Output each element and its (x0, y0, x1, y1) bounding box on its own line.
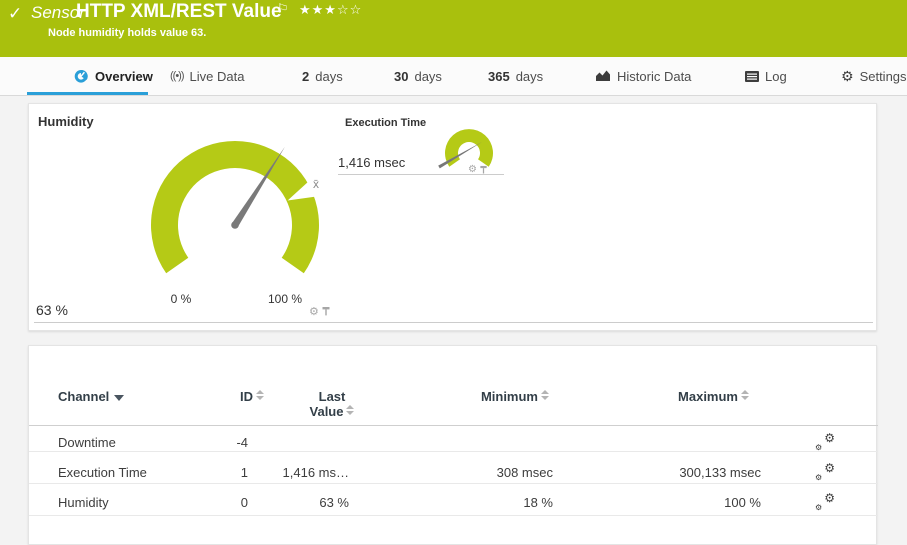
humidity-scale-max: 100 % (255, 292, 315, 306)
tab-bar: Overview ((•)) Live Data 2 days 30 days … (0, 57, 907, 96)
tab-live-data[interactable]: ((•)) Live Data (170, 57, 244, 95)
live-data-broadcast-icon: ((•)) (170, 70, 184, 82)
cell-last-value: 1,416 ms… (249, 465, 349, 480)
active-tab-underline (27, 92, 148, 95)
sort-icon (346, 405, 354, 415)
sort-icon (541, 390, 549, 400)
table-header-divider (29, 425, 878, 426)
cell-minimum: 308 msec (409, 465, 553, 480)
sensor-title: HTTP XML/REST Value (76, 1, 282, 23)
pin-icon[interactable] (321, 306, 331, 317)
row-divider (29, 451, 878, 452)
sensor-status-header: ✓ Sensor HTTP XML/REST Value ⚐ ★★★☆☆ Nod… (0, 0, 907, 57)
tab-30-days-number: 30 (394, 69, 408, 84)
cell-channel: Downtime (58, 435, 116, 450)
gauge-block-divider (34, 322, 873, 323)
tab-365-days-number: 365 (488, 69, 510, 84)
log-list-icon (745, 71, 759, 82)
tab-historic-data[interactable]: Historic Data (596, 57, 691, 95)
humidity-scale-min: 0 % (151, 292, 211, 306)
cell-maximum: 100 % (619, 495, 761, 510)
channel-settings-gears-icon[interactable]: ⚙⚙ (815, 494, 835, 510)
gear-icon: ⚙ (841, 68, 854, 85)
mini-gauge-divider (338, 174, 504, 175)
tab-historic-data-label: Historic Data (617, 69, 691, 84)
row-divider (29, 483, 878, 484)
flag-icon[interactable]: ⚐ (277, 1, 289, 17)
tab-log-label: Log (765, 69, 787, 84)
row-divider (29, 515, 878, 516)
status-ok-check-icon: ✓ (8, 4, 22, 24)
gauge-icon (73, 69, 89, 83)
execution-time-gauge-title: Execution Time (345, 117, 426, 129)
gauge-settings-gear-icon[interactable]: ⚙ (309, 305, 319, 318)
sort-desc-caret-icon (114, 395, 124, 401)
average-marker-label: x̄ (313, 177, 319, 191)
cell-maximum: 300,133 msec (619, 465, 761, 480)
column-header-minimum[interactable]: Minimum (429, 389, 549, 404)
cell-id: -4 (149, 435, 248, 450)
tab-overview[interactable]: Overview (73, 57, 153, 95)
sensor-status-message: Node humidity holds value 63. (48, 27, 206, 39)
sort-icon (256, 390, 264, 400)
humidity-gauge-tools: ⚙ (309, 305, 331, 318)
tab-2-days-number: 2 (302, 69, 309, 84)
column-header-id[interactable]: ID (179, 389, 264, 404)
sort-icon (741, 390, 749, 400)
column-header-channel[interactable]: Channel (58, 389, 124, 404)
channels-table-panel: Channel ID Last Value Minimum Maximum Do… (28, 345, 877, 545)
overview-gauges-panel: Humidity x̄ 0 % 100 % 63 % ⚙ Execution T… (28, 103, 877, 331)
tab-overview-label: Overview (95, 69, 153, 84)
tab-30-days[interactable]: 30 days (394, 57, 442, 95)
priority-stars[interactable]: ★★★☆☆ (299, 2, 362, 18)
channel-settings-gears-icon[interactable]: ⚙⚙ (815, 464, 835, 480)
cell-last-value: 63 % (249, 495, 349, 510)
chart-icon (596, 70, 611, 82)
column-header-maximum[interactable]: Maximum (629, 389, 749, 404)
cell-channel: Execution Time (58, 465, 147, 480)
column-header-last-value[interactable]: Last Value (301, 389, 363, 419)
channel-settings-gears-icon[interactable]: ⚙⚙ (815, 434, 835, 450)
tab-365-days-label: days (516, 69, 543, 84)
tab-365-days[interactable]: 365 days (488, 57, 543, 95)
cell-id: 1 (149, 465, 248, 480)
tab-settings-label: Settings (860, 69, 907, 84)
cell-channel: Humidity (58, 495, 109, 510)
humidity-current-value: 63 % (36, 302, 68, 318)
humidity-gauge-title: Humidity (38, 114, 94, 129)
tab-log[interactable]: Log (745, 57, 787, 95)
cell-minimum: 18 % (409, 495, 553, 510)
tab-live-data-label: Live Data (190, 69, 245, 84)
tab-2-days-label: days (315, 69, 342, 84)
execution-time-current-value: 1,416 msec (338, 155, 405, 170)
pin-icon[interactable] (479, 165, 488, 175)
tab-settings[interactable]: ⚙ Settings (841, 57, 907, 95)
humidity-gauge (135, 137, 335, 297)
cell-id: 0 (149, 495, 248, 510)
tab-30-days-label: days (414, 69, 441, 84)
tab-2-days[interactable]: 2 days (302, 57, 343, 95)
